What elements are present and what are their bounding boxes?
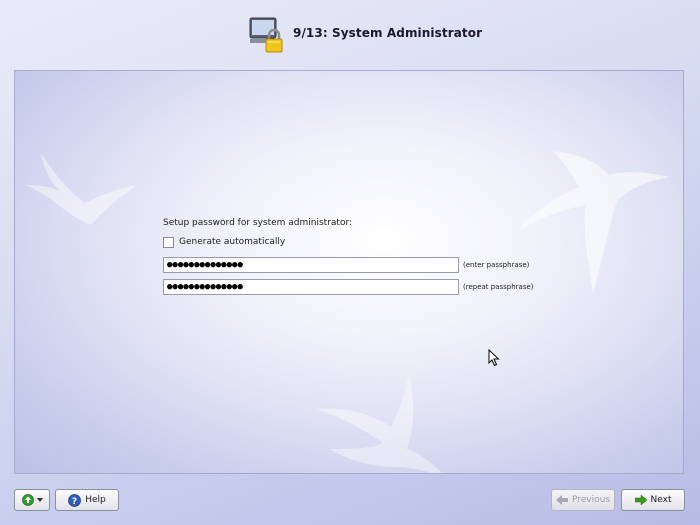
chevron-down-icon bbox=[36, 495, 43, 505]
arrow-right-icon bbox=[634, 495, 647, 505]
mouse-cursor-icon bbox=[488, 349, 500, 367]
next-button[interactable]: Next bbox=[621, 489, 685, 511]
help-icon: ? bbox=[68, 493, 82, 507]
previous-button[interactable]: Previous bbox=[551, 489, 615, 511]
password-prompt-label: Setup password for system administrator: bbox=[163, 218, 353, 228]
page-title: 9/13: System Administrator bbox=[293, 26, 483, 40]
previous-label: Previous bbox=[571, 495, 611, 505]
menu-button[interactable] bbox=[14, 489, 50, 511]
green-circle-arrow-icon bbox=[21, 494, 34, 506]
next-label: Next bbox=[650, 495, 672, 505]
repeat-password-row: ●●●●●●●●●●●●●● (repeat passphrase) bbox=[163, 278, 583, 296]
repeat-password-hint: (repeat passphrase) bbox=[463, 283, 534, 291]
svg-text:?: ? bbox=[72, 497, 77, 507]
page-header: 9/13: System Administrator bbox=[0, 0, 700, 68]
password-hint: (enter passphrase) bbox=[463, 261, 530, 269]
password-field[interactable]: ●●●●●●●●●●●●●● bbox=[163, 257, 459, 273]
password-row: ●●●●●●●●●●●●●● (enter passphrase) bbox=[163, 256, 583, 274]
content-panel: Setup password for system administrator:… bbox=[14, 70, 684, 474]
repeat-password-field[interactable]: ●●●●●●●●●●●●●● bbox=[163, 279, 459, 295]
swallow-watermark-bottom bbox=[317, 375, 442, 473]
generate-automatically-checkbox[interactable] bbox=[163, 236, 174, 248]
help-label: Help bbox=[85, 495, 106, 505]
help-button[interactable]: ? Help bbox=[55, 489, 119, 511]
arrow-left-icon bbox=[555, 495, 568, 505]
computer-lock-icon bbox=[248, 16, 286, 54]
admin-password-form: Setup password for system administrator:… bbox=[163, 217, 583, 300]
generate-automatically-label: Generate automatically bbox=[179, 237, 286, 247]
generate-automatically-row[interactable]: Generate automatically bbox=[163, 235, 583, 249]
swallow-watermark-left bbox=[25, 153, 137, 225]
